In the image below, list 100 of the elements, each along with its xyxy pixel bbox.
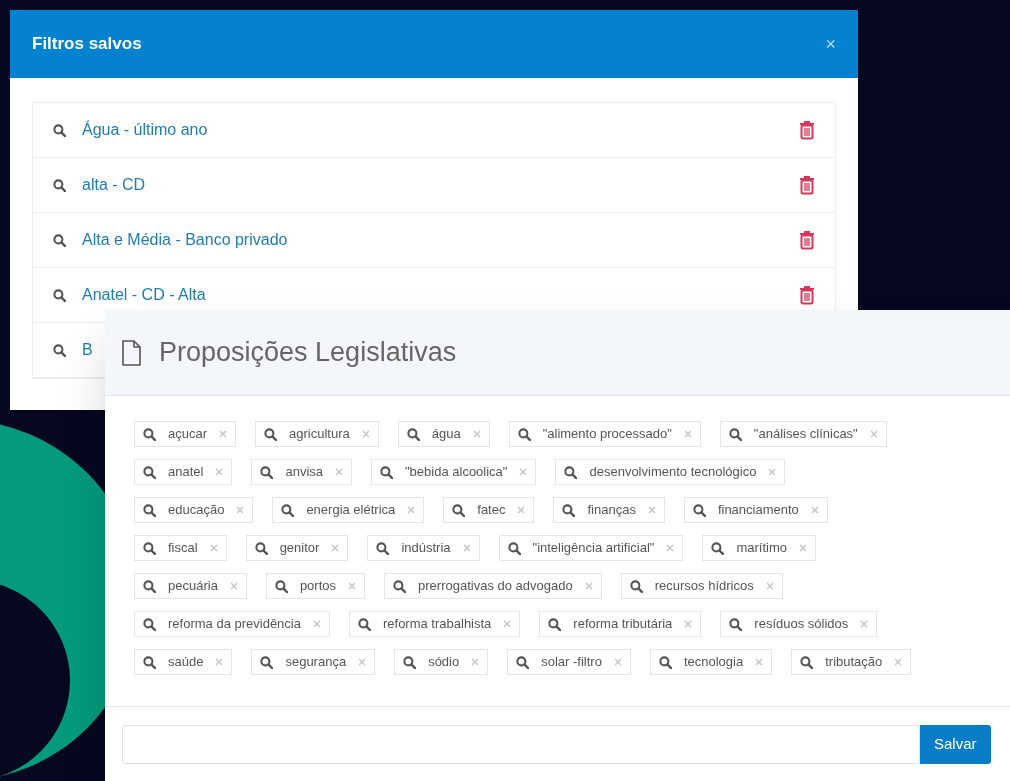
trash-icon[interactable] — [799, 285, 815, 305]
search-icon — [629, 579, 643, 593]
remove-icon[interactable] — [462, 544, 471, 552]
keyword-tag[interactable]: desenvolvimento tecnológico — [555, 459, 786, 485]
search-icon — [53, 178, 66, 192]
remove-icon[interactable] — [358, 658, 367, 666]
remove-icon[interactable] — [219, 430, 228, 438]
keyword-tag[interactable]: saúde — [134, 649, 233, 675]
remove-icon[interactable] — [647, 506, 656, 514]
remove-icon[interactable] — [236, 506, 245, 514]
remove-icon[interactable] — [666, 544, 675, 552]
tag-label: reforma trabalhista — [382, 615, 492, 634]
keyword-tag[interactable]: marítimo — [702, 535, 817, 561]
keyword-tag[interactable]: educação — [134, 497, 254, 523]
keyword-tag[interactable]: "alimento processado" — [508, 421, 701, 447]
search-icon — [562, 503, 576, 517]
keyword-tag[interactable]: pecuária — [134, 573, 247, 599]
remove-icon[interactable] — [215, 468, 224, 476]
keyword-tag[interactable]: finanças — [553, 497, 665, 523]
tag-label: recursos hídricos — [654, 577, 754, 596]
search-icon — [406, 427, 420, 441]
trash-icon[interactable] — [799, 175, 815, 195]
search-icon — [658, 655, 672, 669]
remove-icon[interactable] — [519, 468, 528, 476]
tag-label: resíduos sólidos — [754, 615, 849, 634]
keyword-tag[interactable]: "inteligência artificial" — [498, 535, 684, 561]
remove-icon[interactable] — [312, 620, 321, 628]
tag-label: solar -filtro — [541, 653, 602, 672]
keyword-tag[interactable]: indústria — [367, 535, 480, 561]
remove-icon[interactable] — [407, 506, 416, 514]
keyword-tag[interactable]: anatel — [134, 459, 233, 485]
remove-icon[interactable] — [860, 620, 869, 628]
trash-icon[interactable] — [799, 230, 815, 250]
tag-label: energia elétrica — [306, 501, 396, 520]
remove-icon[interactable] — [361, 430, 370, 438]
search-icon — [53, 288, 66, 302]
search-icon — [281, 503, 295, 517]
keyword-tag[interactable]: financiamento — [683, 497, 828, 523]
remove-icon[interactable] — [683, 430, 692, 438]
remove-icon[interactable] — [755, 658, 764, 666]
saved-filter-link[interactable]: Alta e Média - Banco privado — [82, 228, 783, 252]
remove-icon[interactable] — [684, 620, 693, 628]
keyword-tag[interactable]: segurança — [251, 649, 376, 675]
remove-icon[interactable] — [765, 582, 774, 590]
document-icon — [121, 339, 141, 366]
keyword-tag[interactable]: recursos hídricos — [620, 573, 783, 599]
tag-label: tecnologia — [683, 653, 744, 672]
remove-icon[interactable] — [810, 506, 819, 514]
tag-label: genitor — [279, 539, 320, 558]
trash-icon[interactable] — [799, 120, 815, 140]
keyword-tag[interactable]: energia elétrica — [272, 497, 425, 523]
remove-icon[interactable] — [471, 658, 480, 666]
keyword-tag[interactable]: fatec — [443, 497, 535, 523]
keyword-tag[interactable]: tecnologia — [649, 649, 773, 675]
tag-label: reforma da previdência — [168, 615, 301, 634]
search-icon — [143, 541, 156, 555]
tag-label: agricultura — [289, 425, 350, 444]
keyword-tag[interactable]: água — [397, 421, 490, 447]
filter-name-field[interactable] — [122, 725, 920, 764]
keyword-tag[interactable]: reforma trabalhista — [348, 611, 521, 637]
keyword-tag[interactable]: prerrogativas do advogado — [384, 573, 602, 599]
remove-icon[interactable] — [348, 582, 356, 590]
keyword-tag[interactable]: solar -filtro — [507, 649, 631, 675]
keyword-tag[interactable]: fiscal — [134, 535, 227, 561]
keyword-tag[interactable]: anvisa — [251, 459, 352, 485]
keyword-tag[interactable]: "análises clínicas" — [719, 421, 887, 447]
tag-label: segurança — [285, 653, 347, 672]
search-icon — [393, 579, 406, 593]
saved-filter-link[interactable]: alta - CD — [82, 173, 783, 197]
keyword-tag[interactable]: resíduos sólidos — [720, 611, 878, 637]
remove-icon[interactable] — [584, 582, 593, 590]
keyword-tag[interactable]: sódio — [394, 649, 489, 675]
saved-filter-link[interactable]: Anatel - CD - Alta — [82, 283, 783, 307]
keyword-tag[interactable]: tributação — [791, 649, 912, 675]
save-button[interactable]: Salvar — [920, 725, 991, 764]
keyword-tag[interactable]: açucar — [134, 421, 237, 447]
search-icon — [143, 465, 156, 479]
tag-label: marítimo — [736, 539, 788, 558]
remove-icon[interactable] — [209, 544, 218, 552]
search-icon — [260, 465, 274, 479]
remove-icon[interactable] — [799, 544, 808, 552]
remove-icon[interactable] — [517, 506, 526, 514]
saved-filter-link[interactable]: Água - último ano — [82, 118, 783, 142]
remove-icon[interactable] — [215, 658, 224, 666]
remove-icon[interactable] — [472, 430, 481, 438]
remove-icon[interactable] — [503, 620, 512, 628]
remove-icon[interactable] — [894, 658, 903, 666]
keyword-tag[interactable]: genitor — [245, 535, 349, 561]
keyword-tag[interactable]: portos — [265, 573, 365, 599]
keyword-tag[interactable]: agricultura — [255, 421, 379, 447]
remove-icon[interactable] — [613, 658, 622, 666]
remove-icon[interactable] — [869, 430, 878, 438]
remove-icon[interactable] — [335, 468, 343, 476]
tag-label: finanças — [587, 501, 636, 520]
remove-icon[interactable] — [229, 582, 238, 590]
remove-icon[interactable] — [331, 544, 340, 552]
keyword-tag[interactable]: "bebida alcoolica" — [371, 459, 537, 485]
keyword-tag[interactable]: reforma tributária — [539, 611, 702, 637]
remove-icon[interactable] — [768, 468, 777, 476]
keyword-tag[interactable]: reforma da previdência — [134, 611, 330, 637]
